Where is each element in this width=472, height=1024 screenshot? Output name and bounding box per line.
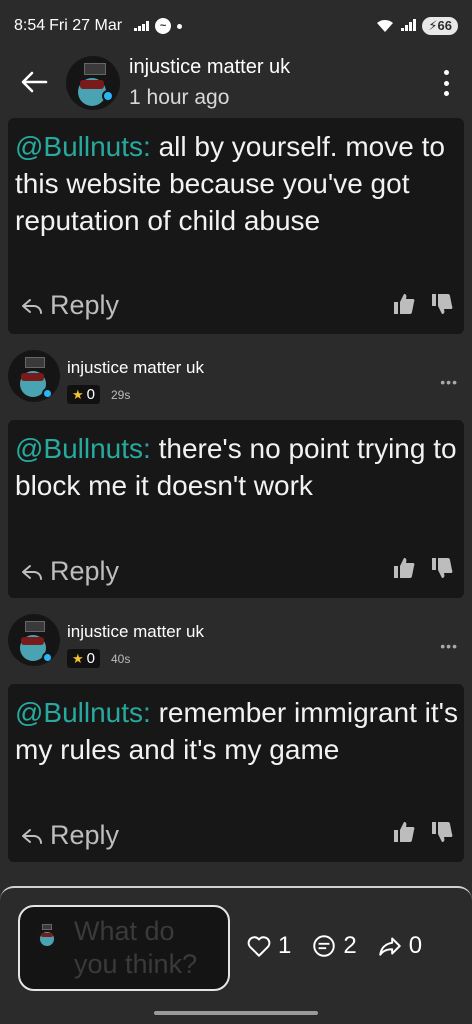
comment-input[interactable]: What do you think? — [18, 905, 230, 991]
thumbs-down-icon[interactable] — [430, 556, 454, 580]
reply-label: Reply — [50, 290, 120, 320]
reply-button[interactable]: Reply — [20, 820, 119, 851]
comment-bubble-icon — [313, 935, 336, 957]
mention-link[interactable]: @Bullnuts: — [15, 131, 151, 162]
comment-header: injustice matter uk ★ 0 29s ••• — [0, 350, 472, 410]
comment-card: @Bullnuts: there's no point trying to bl… — [8, 420, 464, 598]
page-header: injustice matter uk 1 hour ago — [0, 54, 472, 116]
like-button[interactable]: 1 — [246, 932, 291, 960]
reply-icon — [22, 564, 42, 580]
comment-text: @Bullnuts: remember immigrant it's my ru… — [15, 694, 459, 768]
comment-placeholder: What do you think? — [74, 916, 198, 979]
status-bar: 8:54 Fri 27 Mar ~ ⚡66 — [0, 0, 472, 54]
comment-header: injustice matter uk ★ 0 40s ••• — [0, 614, 472, 674]
reply-button[interactable]: Reply — [20, 290, 119, 321]
thumbs-up-icon[interactable] — [392, 292, 416, 316]
comment-author[interactable]: injustice matter uk — [67, 358, 204, 378]
reputation-badge: ★ 0 — [67, 649, 100, 668]
share-button[interactable]: 0 — [377, 932, 422, 960]
more-options-icon[interactable]: ••• — [440, 638, 458, 654]
reply-icon — [22, 298, 42, 314]
comment-composer-bar: What do you think? 1 2 0 — [0, 886, 472, 1004]
comment-author[interactable]: injustice matter uk — [67, 622, 204, 642]
reply-icon — [22, 828, 42, 844]
reputation-badge: ★ 0 — [67, 385, 100, 404]
back-arrow-icon[interactable] — [18, 66, 50, 98]
more-options-icon[interactable]: ••• — [440, 374, 458, 390]
wifi-icon — [377, 19, 394, 32]
data-signal-icon — [134, 21, 150, 31]
status-date: Fri 27 Mar — [49, 17, 123, 34]
more-options-icon[interactable] — [442, 70, 450, 96]
reputation-value: 0 — [86, 650, 95, 667]
page-title[interactable]: injustice matter uk — [129, 56, 290, 79]
share-count: 0 — [408, 932, 423, 959]
thumbs-up-icon[interactable] — [392, 820, 416, 844]
reputation-value: 0 — [86, 386, 95, 403]
reply-button[interactable]: Reply — [20, 556, 119, 587]
mention-link[interactable]: @Bullnuts: — [15, 697, 151, 728]
cell-signal-icon — [401, 19, 417, 31]
battery-level: 66 — [437, 18, 452, 33]
star-icon: ★ — [72, 650, 84, 666]
comment-text: @Bullnuts: there's no point trying to bl… — [15, 430, 459, 504]
reply-label: Reply — [50, 556, 120, 586]
post-timestamp: 1 hour ago — [129, 86, 230, 109]
thumbs-down-icon[interactable] — [430, 820, 454, 844]
avatar[interactable] — [8, 350, 60, 402]
comment-time: 40s — [111, 652, 131, 666]
comment-time: 29s — [111, 388, 131, 402]
share-arrow-icon — [378, 937, 401, 956]
thumbs-up-icon[interactable] — [392, 556, 416, 580]
comment-count: 2 — [343, 932, 357, 959]
comment-card: @Bullnuts: remember immigrant it's my ru… — [8, 684, 464, 862]
comment-text: @Bullnuts: all by yourself. move to this… — [15, 128, 459, 239]
home-indicator[interactable] — [154, 1011, 318, 1015]
status-time: 8:54 — [14, 17, 46, 34]
reply-label: Reply — [50, 820, 120, 850]
avatar[interactable] — [8, 614, 60, 666]
comments-button[interactable]: 2 — [311, 932, 357, 960]
mention-link[interactable]: @Bullnuts: — [15, 433, 151, 464]
battery-indicator: ⚡66 — [422, 17, 458, 35]
notification-dot-icon — [177, 23, 183, 29]
star-icon: ★ — [72, 386, 84, 402]
comment-card: @Bullnuts: all by yourself. move to this… — [8, 118, 464, 334]
avatar — [34, 921, 60, 947]
heart-icon — [247, 936, 271, 957]
like-count: 1 — [278, 932, 292, 959]
avatar[interactable] — [66, 56, 120, 110]
thumbs-down-icon[interactable] — [430, 292, 454, 316]
app-notification-icon: ~ — [155, 18, 172, 34]
